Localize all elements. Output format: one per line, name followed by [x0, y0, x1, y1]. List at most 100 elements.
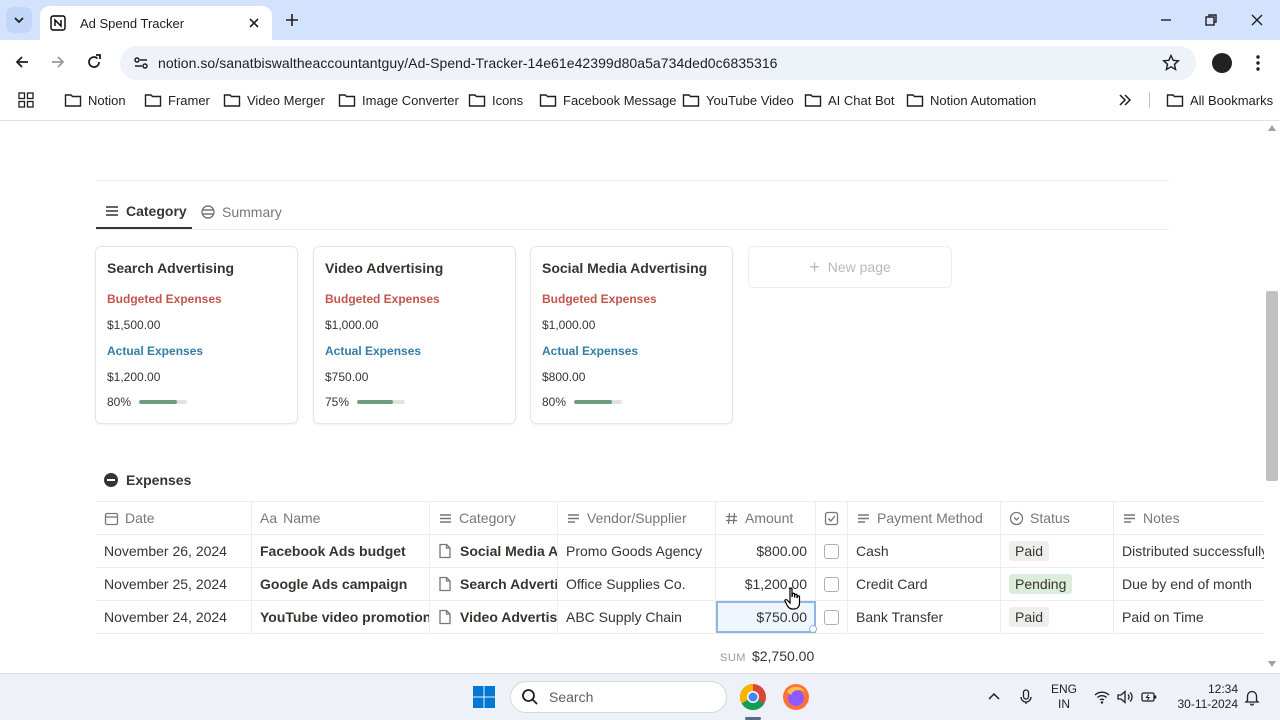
restore-icon[interactable] — [1201, 10, 1221, 30]
battery-icon[interactable] — [1140, 688, 1158, 706]
bookmark-notion[interactable]: Notion — [64, 91, 126, 109]
progress-fill — [139, 400, 178, 404]
new-page-button[interactable]: + New page — [748, 246, 952, 288]
payment-cell[interactable]: Cash — [848, 535, 1001, 567]
bookmark-youtube-video[interactable]: YouTube Video — [682, 91, 794, 109]
forward-icon[interactable] — [48, 52, 68, 72]
date-cell[interactable]: November 25, 2024 — [96, 568, 252, 600]
close-tab-icon[interactable] — [246, 15, 262, 31]
scrollbar-thumb[interactable] — [1266, 291, 1278, 481]
page-icon — [439, 543, 451, 559]
checkbox[interactable] — [824, 576, 839, 592]
more-menu-icon[interactable] — [1250, 53, 1266, 73]
checkbox[interactable] — [824, 543, 839, 559]
more-bookmarks-icon[interactable] — [1118, 93, 1132, 107]
reload-icon[interactable] — [84, 52, 104, 72]
actual-label: Actual Expenses — [107, 344, 204, 358]
checkbox-cell[interactable] — [816, 568, 848, 600]
address-bar[interactable]: notion.so/sanatbiswaltheaccountantguy/Ad… — [120, 46, 1196, 80]
checkbox[interactable] — [824, 609, 839, 625]
bookmark-facebook-message[interactable]: Facebook Message — [539, 91, 676, 109]
progress-percent: 80% — [542, 395, 567, 409]
apps-grid-icon[interactable] — [18, 92, 34, 108]
chevron-up-icon[interactable] — [985, 688, 1003, 706]
category-cell[interactable]: Social Media Advertising — [430, 535, 558, 567]
vendor-cell[interactable]: Office Supplies Co. — [558, 568, 716, 600]
scroll-down-icon[interactable] — [1268, 661, 1276, 667]
gallery-card-video-advertising[interactable]: Video Advertising Budgeted Expenses $1,0… — [313, 246, 516, 424]
new-tab-icon[interactable] — [282, 10, 302, 30]
tab-search-button[interactable] — [6, 7, 32, 33]
name-cell[interactable]: YouTube video promotion — [252, 601, 430, 633]
wifi-icon[interactable] — [1093, 688, 1111, 706]
bookmark-star-icon[interactable] — [1162, 54, 1180, 72]
column-date[interactable]: Date — [96, 502, 252, 534]
payment-cell[interactable]: Credit Card — [848, 568, 1001, 600]
checkbox-cell[interactable] — [816, 601, 848, 633]
bookmark-icons[interactable]: Icons — [468, 91, 523, 109]
amount-sum[interactable]: SUM $2,750.00 — [720, 648, 814, 664]
scroll-up-icon[interactable] — [1268, 125, 1276, 131]
system-clock[interactable]: 12:34 30-11-2024 — [1172, 682, 1239, 712]
back-icon[interactable] — [12, 52, 32, 72]
database-title[interactable]: Expenses — [104, 472, 191, 488]
profile-avatar[interactable] — [1212, 53, 1232, 73]
microphone-icon[interactable] — [1017, 688, 1035, 706]
column-payment-method[interactable]: Payment Method — [848, 502, 1001, 534]
bookmark-framer[interactable]: Framer — [144, 91, 210, 109]
page-scrollbar[interactable] — [1264, 121, 1280, 673]
notification-bell-icon[interactable] — [1243, 688, 1261, 706]
bookmark-ai-chat-bot[interactable]: AI Chat Bot — [804, 91, 894, 109]
column-status[interactable]: Status — [1001, 502, 1114, 534]
date-cell[interactable]: November 26, 2024 — [96, 535, 252, 567]
taskbar-search[interactable]: Search — [510, 681, 727, 713]
bookmark-image-converter[interactable]: Image Converter — [338, 91, 459, 109]
bookmark-notion-automation[interactable]: Notion Automation — [906, 91, 1036, 109]
firefox-app-icon[interactable] — [781, 682, 811, 712]
language-indicator[interactable]: ENG IN — [1050, 682, 1078, 712]
gallery-card-search-advertising[interactable]: Search Advertising Budgeted Expenses $1,… — [95, 246, 298, 424]
column-name[interactable]: Aa Name — [252, 502, 430, 534]
progress-bar — [357, 400, 406, 404]
volume-icon[interactable] — [1116, 688, 1134, 706]
column-amount[interactable]: Amount — [716, 502, 816, 534]
windows-start-icon[interactable] — [472, 685, 496, 709]
notes-cell[interactable]: Due by end of month — [1114, 568, 1264, 600]
tab-summary[interactable]: Summary — [200, 195, 282, 229]
close-window-icon[interactable] — [1247, 10, 1267, 30]
category-cell[interactable]: Search Advertising — [430, 568, 558, 600]
category-cell[interactable]: Video Advertising — [430, 601, 558, 633]
column-category[interactable]: Category — [430, 502, 558, 534]
payment-cell[interactable]: Bank Transfer — [848, 601, 1001, 633]
column-vendor[interactable]: Vendor/Supplier — [558, 502, 716, 534]
progress-bar — [139, 400, 188, 404]
vendor-cell[interactable]: ABC Supply Chain — [558, 601, 716, 633]
status-cell[interactable]: Paid — [1001, 601, 1114, 633]
site-settings-icon[interactable] — [132, 54, 150, 72]
column-notes[interactable]: Notes — [1114, 502, 1264, 534]
notes-cell[interactable]: Paid on Time — [1114, 601, 1264, 633]
vendor-cell[interactable]: Promo Goods Agency — [558, 535, 716, 567]
list-icon — [106, 206, 118, 216]
checkbox-cell[interactable] — [816, 535, 848, 567]
bookmark-video-merger[interactable]: Video Merger — [223, 91, 325, 109]
fill-handle[interactable] — [809, 625, 817, 633]
gallery-card-social-media-advertising[interactable]: Social Media Advertising Budgeted Expens… — [530, 246, 733, 424]
date-cell[interactable]: November 24, 2024 — [96, 601, 252, 633]
name-cell[interactable]: Google Ads campaign — [252, 568, 430, 600]
folder-icon — [906, 94, 924, 107]
browser-tab-active[interactable]: Ad Spend Tracker — [40, 6, 272, 40]
status-cell[interactable]: Paid — [1001, 535, 1114, 567]
notes-cell[interactable]: Distributed successfully — [1114, 535, 1264, 567]
chrome-app-icon[interactable] — [738, 682, 768, 712]
tab-category[interactable]: Category — [96, 195, 192, 229]
name-cell[interactable]: Facebook Ads budget — [252, 535, 430, 567]
all-bookmarks[interactable]: All Bookmarks — [1166, 91, 1273, 109]
minimize-icon[interactable] — [1156, 10, 1176, 30]
column-checkbox[interactable] — [816, 502, 848, 534]
amount-cell[interactable]: $800.00 — [716, 535, 816, 567]
text-lines-icon — [568, 513, 579, 523]
card-title: Search Advertising — [107, 260, 235, 276]
folder-icon — [223, 94, 241, 107]
status-cell[interactable]: Pending — [1001, 568, 1114, 600]
